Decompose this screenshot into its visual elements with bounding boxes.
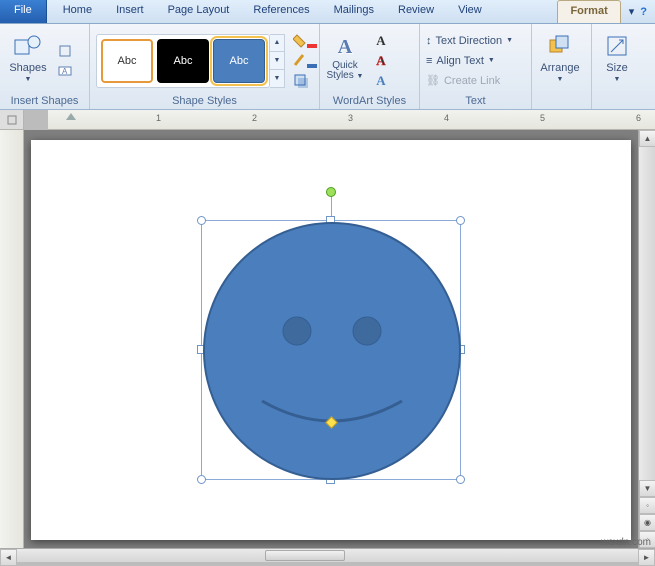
selection-box[interactable] (201, 220, 461, 480)
arrange-label: Arrange (540, 62, 579, 74)
tab-review[interactable]: Review (386, 0, 446, 23)
group-arrange (538, 95, 585, 108)
text-box-button[interactable]: A (56, 62, 74, 80)
chevron-down-icon: ▼ (25, 76, 32, 83)
gallery-more-icon[interactable]: ▼ (270, 70, 284, 87)
wordart-A-icon: A (334, 36, 356, 59)
tab-page-layout[interactable]: Page Layout (156, 0, 242, 23)
svg-text:A: A (62, 67, 68, 76)
browse-object-icon[interactable]: ◉ (639, 514, 655, 531)
scroll-right-icon[interactable]: ► (638, 549, 655, 566)
tab-references[interactable]: References (241, 0, 321, 23)
align-text-button[interactable]: ≡Align Text▼ (426, 52, 513, 70)
help-icon[interactable]: ? (640, 6, 647, 18)
scroll-left-icon[interactable]: ◄ (0, 549, 17, 566)
document-area[interactable] (24, 130, 638, 548)
group-wordart: WordArt Styles (326, 95, 413, 108)
group-insert-shapes: Insert Shapes (6, 95, 83, 108)
ribbon-tabs: File Home Insert Page Layout References … (0, 0, 655, 24)
quick-label: QuickStyles ▼ (327, 61, 364, 82)
text-direction-button[interactable]: ↕Text Direction▼ (426, 32, 513, 50)
arrange-icon (546, 32, 574, 60)
shapes-button[interactable]: Shapes ▼ (6, 28, 50, 94)
scroll-up-icon[interactable]: ▲ (639, 130, 655, 147)
minimize-ribbon-icon[interactable]: ▾ (629, 5, 635, 18)
shapes-label: Shapes (9, 62, 46, 74)
link-icon: ⛓ (426, 74, 440, 87)
size-button[interactable]: Size ▼ (598, 28, 636, 94)
quick-styles-button[interactable]: A QuickStyles ▼ (326, 32, 364, 84)
arrange-button[interactable]: Arrange ▼ (538, 28, 582, 94)
group-shape-styles: Shape Styles (96, 95, 313, 108)
tab-format[interactable]: Format (557, 0, 620, 23)
create-link-button: ⛓Create Link (426, 72, 513, 90)
tab-home[interactable]: Home (51, 0, 104, 23)
size-label: Size (606, 62, 627, 74)
align-text-icon: ≡ (426, 55, 432, 67)
watermark: wsxdn.com (601, 537, 651, 548)
group-size (598, 95, 636, 108)
tab-file[interactable]: File (0, 0, 47, 23)
style-swatch-1[interactable]: Abc (101, 39, 153, 83)
tab-mailings[interactable]: Mailings (322, 0, 386, 23)
rotate-handle[interactable] (326, 187, 336, 197)
hscroll-thumb[interactable] (265, 550, 345, 561)
scroll-down-icon[interactable]: ▼ (639, 480, 655, 497)
ribbon: Shapes ▼ A Insert Shapes Abc Abc Abc ▲ ▼ (0, 24, 655, 110)
gallery-down-icon[interactable]: ▼ (270, 52, 284, 70)
tab-insert[interactable]: Insert (104, 0, 156, 23)
style-swatch-3-selected[interactable]: Abc (213, 39, 265, 83)
group-text: Text (426, 95, 525, 108)
prev-page-icon[interactable]: ◦ (639, 497, 655, 514)
shapes-icon (14, 32, 42, 60)
horizontal-scrollbar[interactable]: ◄ ► (0, 548, 655, 562)
edit-shape-button[interactable] (56, 42, 74, 60)
gallery-up-icon[interactable]: ▲ (270, 35, 284, 53)
smiley-shape[interactable] (202, 221, 462, 481)
style-swatch-2[interactable]: Abc (157, 39, 209, 83)
text-direction-icon: ↕ (426, 35, 432, 47)
tab-view[interactable]: View (446, 0, 494, 23)
page (31, 140, 631, 540)
vertical-scrollbar[interactable]: ▲ ▼ ◦ ◉ ◦ (638, 130, 655, 548)
shape-outline-button[interactable] (293, 52, 323, 70)
ruler-corner[interactable] (0, 110, 24, 130)
text-effects-button[interactable]: A (370, 72, 400, 90)
horizontal-ruler[interactable]: 1 2 3 4 5 6 (48, 110, 655, 130)
size-icon (603, 32, 631, 60)
vertical-ruler[interactable] (0, 130, 24, 548)
shape-effects-button[interactable] (293, 72, 323, 90)
shape-style-gallery[interactable]: Abc Abc Abc (96, 34, 270, 88)
text-fill-button[interactable]: A (370, 32, 400, 50)
text-outline-button[interactable]: A (370, 52, 400, 70)
shape-fill-button[interactable] (293, 32, 323, 50)
